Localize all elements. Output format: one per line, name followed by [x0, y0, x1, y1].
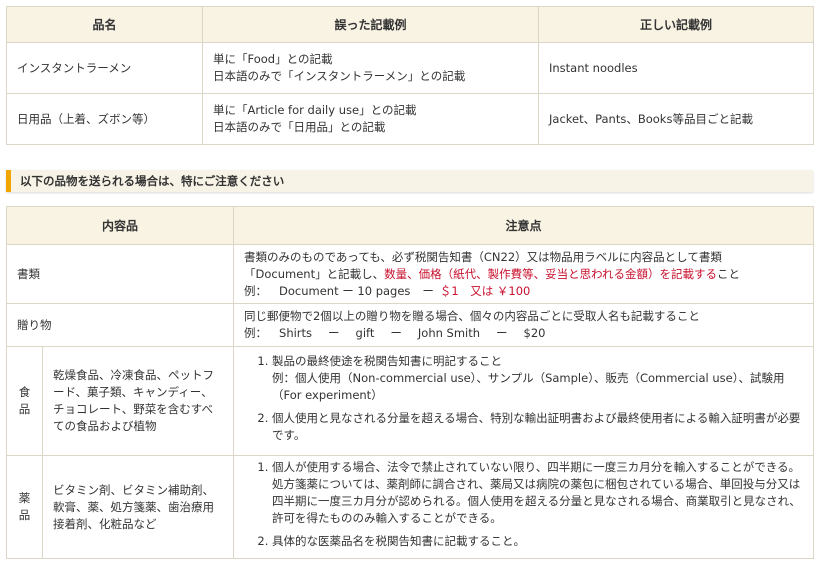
incorrect-correct-examples-table: 品名 誤った記載例 正しい記載例 インスタントラーメン 単に「Food」との記載…	[6, 6, 814, 145]
section-notice-heading: 以下の品物を送られる場合は、特にご注意ください	[6, 170, 813, 192]
correct-example: Instant noodles	[538, 42, 814, 94]
example-prefix: 例：	[244, 326, 268, 340]
note-line: 「Document」と記載し、数量、価格（紙代、製作費等、妥当と思われる金額）を…	[244, 266, 803, 283]
note-list: 製品の最終使途を税関告知書に明記すること例：個人使用（Non-commercia…	[244, 353, 803, 444]
table-row: 日用品（上着、ズボン等） 単に「Article for daily use」との…	[6, 93, 814, 145]
item-name: 日用品（上着、ズボン等）	[6, 93, 203, 145]
table-row: 食 品 乾燥食品、冷凍食品、ペットフード、菓子類、キャンディー、チョコレート、野…	[6, 346, 815, 456]
example-part: ー	[328, 326, 340, 340]
table-row: 薬 品 ビタミン剤、ビタミン補助剤、軟膏、薬、処方箋薬、歯治療用接着剤、化粧品な…	[6, 455, 815, 559]
table-row: インスタントラーメン 単に「Food」との記載 日本語のみで「インスタントラーメ…	[6, 42, 814, 94]
table-header-row: 品名 誤った記載例 正しい記載例	[6, 6, 814, 43]
category-label-medicine: 薬 品	[6, 455, 43, 559]
table-header-row: 内容品 注意点	[5, 206, 815, 245]
example-part: ー	[496, 326, 508, 340]
wrong-example: 単に「Food」との記載 日本語のみで「インスタントラーメン」との記載	[202, 42, 539, 94]
header-item-name: 品名	[6, 6, 203, 43]
example-line: 例： Document ー 10 pages ー ＄1 又は ￥100	[244, 283, 803, 300]
note-text: 例：個人使用（Non-commercial use）、サンプル（Sample）、…	[272, 370, 785, 402]
example-dash: ー	[422, 283, 434, 298]
caution-items-table: 内容品 注意点 書類 書類のみのものであっても、必ず税関告知書（CN22）又は物…	[5, 206, 815, 559]
note-medicine: 個人が使用する場合、法令で禁止されていない限り、四半期に一度三カ月分を輸入するこ…	[233, 455, 815, 559]
category-label-food: 食 品	[6, 346, 43, 456]
list-item: 具体的な医薬品名を税関告知書に記載すること。	[272, 533, 803, 550]
example-part: Shirts	[279, 326, 313, 340]
category-char: 品	[18, 402, 31, 416]
note-text: こと	[717, 266, 741, 281]
example-part: $20	[523, 326, 546, 340]
item-label-documents: 書類	[5, 244, 235, 304]
wrong-example-line: 単に「Article for daily use」との記載	[213, 103, 417, 117]
note-line: 書類のみのものであっても、必ず税関告知書（CN22）又は物品用ラベルに内容品とし…	[244, 249, 722, 264]
note-text: 製品の最終使途を税関告知書に明記すること	[272, 353, 503, 368]
food-items: 乾燥食品、冷凍食品、ペットフード、菓子類、キャンディー、チョコレート、野菜を含む…	[41, 346, 235, 456]
wrong-example-line: 単に「Food」との記載	[213, 52, 333, 66]
note-emphasis: 数量、価格（紙代、製作費等、妥当と思われる金額）を記載する	[384, 266, 718, 281]
category-char: 品	[18, 508, 31, 522]
wrong-example-line: 日本語のみで「インスタントラーメン」との記載	[213, 69, 466, 83]
header-contents: 内容品	[5, 206, 235, 245]
example-part: John Smith	[417, 326, 481, 340]
correct-example: Jacket、Pants、Books等品目ごと記載	[538, 93, 814, 145]
list-item: 個人使用と見なされる分量を超える場合、特別な輸出証明書および最終使用者による輸入…	[272, 410, 803, 444]
header-wrong-example: 誤った記載例	[202, 6, 539, 43]
example-prefix: 例：	[244, 283, 268, 298]
wrong-example: 単に「Article for daily use」との記載 日本語のみで「日用品…	[202, 93, 539, 145]
example-part: ー	[390, 326, 402, 340]
list-item: 個人が使用する場合、法令で禁止されていない限り、四半期に一度三カ月分を輸入するこ…	[272, 459, 803, 527]
category-char: 薬	[18, 491, 31, 505]
list-item: 製品の最終使途を税関告知書に明記すること例：個人使用（Non-commercia…	[272, 353, 803, 404]
note-food: 製品の最終使途を税関告知書に明記すること例：個人使用（Non-commercia…	[233, 346, 815, 456]
item-name: インスタントラーメン	[6, 42, 203, 94]
note-gift: 同じ郵便物で2個以上の贈り物を贈る場合、個々の内容品ごとに受取人名も記載すること…	[233, 303, 815, 347]
table-row: 贈り物 同じ郵便物で2個以上の贈り物を贈る場合、個々の内容品ごとに受取人名も記載…	[5, 303, 815, 347]
header-notes: 注意点	[233, 206, 815, 245]
category-char: 食	[18, 385, 31, 399]
note-list: 個人が使用する場合、法令で禁止されていない限り、四半期に一度三カ月分を輸入するこ…	[244, 459, 803, 550]
example-price: ＄1 又は ￥100	[439, 283, 531, 298]
header-correct-example: 正しい記載例	[538, 6, 814, 43]
wrong-example-line: 日本語のみで「日用品」との記載	[213, 120, 386, 134]
example-text: Document ー 10 pages	[279, 283, 411, 298]
example-line: 例： Shirts ー gift ー John Smith ー $20	[244, 325, 803, 342]
medicine-items: ビタミン剤、ビタミン補助剤、軟膏、薬、処方箋薬、歯治療用接着剤、化粧品など	[41, 455, 235, 559]
note-text: 「Document」と記載し、	[244, 266, 385, 281]
item-label-gift: 贈り物	[5, 303, 235, 347]
table-row: 書類 書類のみのものであっても、必ず税関告知書（CN22）又は物品用ラベルに内容…	[5, 244, 815, 304]
note-documents: 書類のみのものであっても、必ず税関告知書（CN22）又は物品用ラベルに内容品とし…	[233, 244, 815, 304]
note-line: 同じ郵便物で2個以上の贈り物を贈る場合、個々の内容品ごとに受取人名も記載すること	[244, 309, 700, 323]
example-part: gift	[355, 326, 375, 340]
